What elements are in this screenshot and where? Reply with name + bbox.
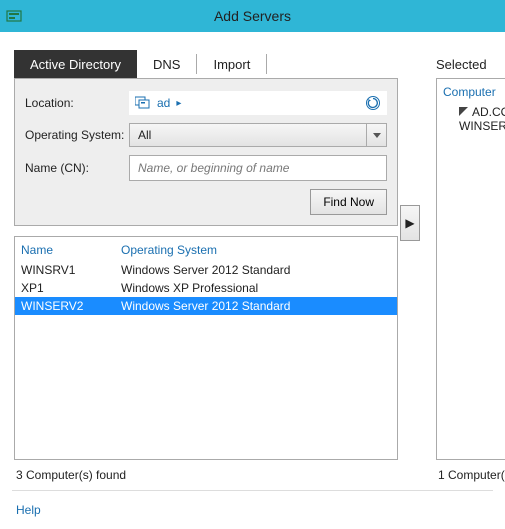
cell-name: WINSRV1 xyxy=(21,262,121,278)
tab-import[interactable]: Import xyxy=(197,50,266,78)
chevron-down-icon xyxy=(373,128,381,142)
search-form: Location: ad ▸ Ope xyxy=(14,78,398,226)
chevron-right-icon: ▸ xyxy=(176,98,181,109)
status-bar: 3 Computer(s) found 1 Computer(s) xyxy=(0,460,505,490)
collapse-icon xyxy=(459,105,468,119)
cell-os: Windows XP Professional xyxy=(121,280,391,296)
column-header-name[interactable]: Name xyxy=(21,243,121,257)
os-select[interactable]: All xyxy=(129,123,387,147)
results-body: WINSRV1 Windows Server 2012 Standard XP1… xyxy=(15,261,397,459)
selected-count: 1 Computer(s) xyxy=(424,468,505,482)
main-area: Active Directory DNS Import Location: ad xyxy=(0,32,505,460)
cell-os: Windows Server 2012 Standard xyxy=(121,298,391,314)
tree-node-domain[interactable]: AD.CO xyxy=(459,105,505,119)
add-to-selected-button[interactable]: ▶ xyxy=(400,205,420,241)
cell-os: Windows Server 2012 Standard xyxy=(121,262,391,278)
selected-title: Selected xyxy=(436,50,505,78)
tab-separator xyxy=(266,54,267,74)
tree-leaf[interactable]: WINSERV2 xyxy=(459,119,505,133)
dropdown-button[interactable] xyxy=(367,123,387,147)
help-link[interactable]: Help xyxy=(16,503,41,517)
table-row[interactable]: WINSERV2 Windows Server 2012 Standard xyxy=(15,297,397,315)
add-servers-window: Add Servers Active Directory DNS Import … xyxy=(0,0,505,529)
tab-strip: Active Directory DNS Import xyxy=(14,50,398,78)
tab-dns[interactable]: DNS xyxy=(137,50,196,78)
name-label: Name (CN): xyxy=(25,161,129,175)
os-label: Operating System: xyxy=(25,128,129,142)
titlebar: Add Servers xyxy=(0,0,505,32)
cell-name: WINSERV2 xyxy=(21,298,121,314)
os-value: All xyxy=(138,128,151,142)
selected-pane: Selected Computer AD.CO WINSERV2 xyxy=(422,50,505,460)
location-label: Location: xyxy=(25,96,129,110)
column-header-os[interactable]: Operating System xyxy=(121,243,391,257)
location-value: ad xyxy=(157,96,170,110)
domain-name: AD.CO xyxy=(472,105,505,119)
transfer-column: ▶ xyxy=(398,50,422,460)
search-pane: Active Directory DNS Import Location: ad xyxy=(14,50,398,460)
name-input[interactable] xyxy=(129,155,387,181)
find-now-button[interactable]: Find Now xyxy=(310,189,387,215)
table-row[interactable]: XP1 Windows XP Professional xyxy=(15,279,397,297)
content: Active Directory DNS Import Location: ad xyxy=(0,32,505,529)
arrow-right-icon: ▶ xyxy=(405,216,414,230)
cell-name: XP1 xyxy=(21,280,121,296)
servers-icon xyxy=(135,96,151,110)
table-row[interactable]: WINSRV1 Windows Server 2012 Standard xyxy=(15,261,397,279)
results-list: Name Operating System WINSRV1 Windows Se… xyxy=(14,236,398,460)
column-header-computer[interactable]: Computer xyxy=(443,85,505,99)
window-title: Add Servers xyxy=(0,8,505,24)
tab-active-directory[interactable]: Active Directory xyxy=(14,50,137,78)
footer: Help xyxy=(0,491,505,529)
selected-tree: Computer AD.CO WINSERV2 xyxy=(436,78,505,460)
location-field[interactable]: ad ▸ xyxy=(129,91,387,115)
results-count: 3 Computer(s) found xyxy=(16,468,400,482)
refresh-icon[interactable] xyxy=(365,95,381,114)
